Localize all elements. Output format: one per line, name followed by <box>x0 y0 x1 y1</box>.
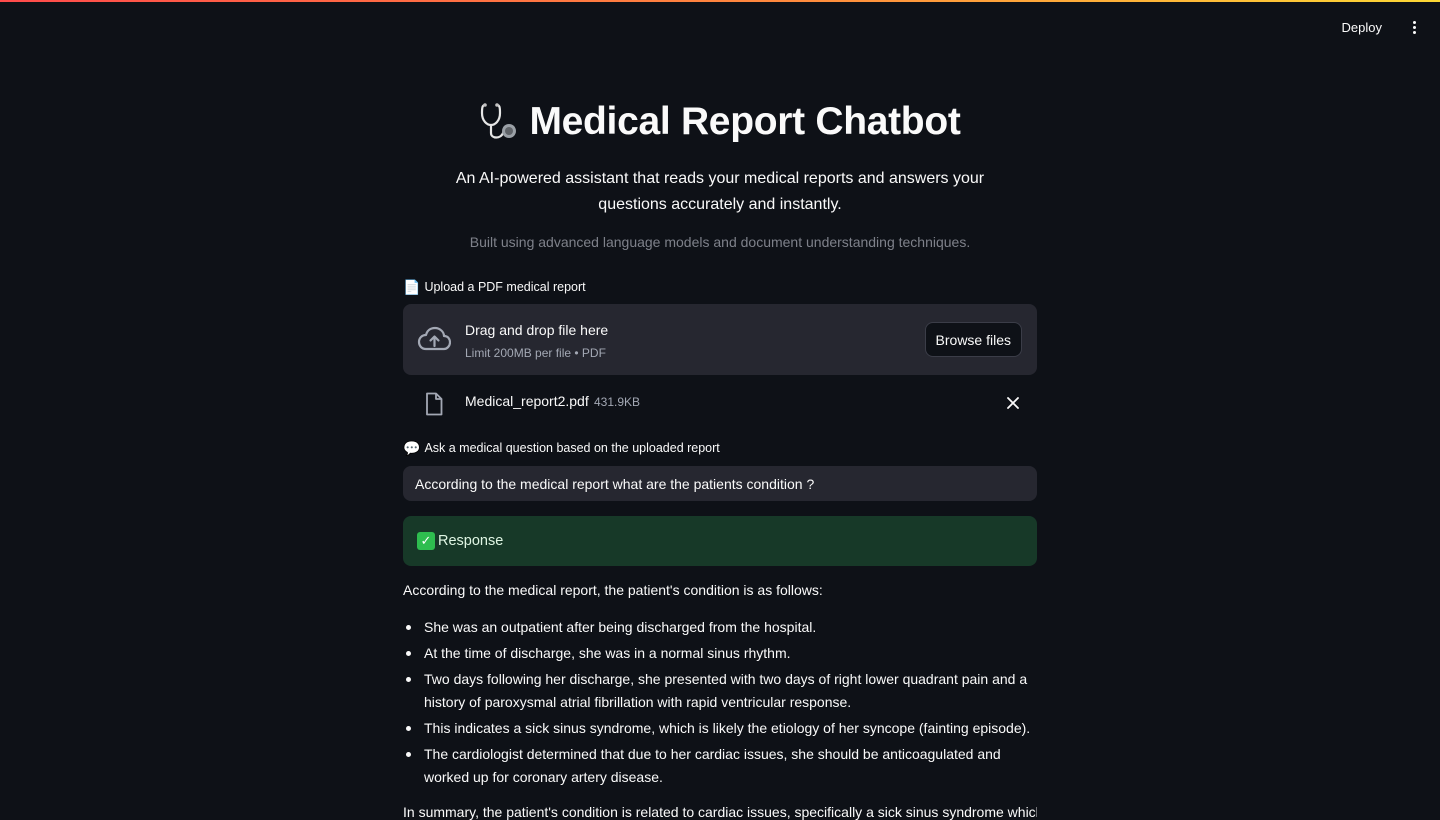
close-icon[interactable] <box>1005 395 1021 411</box>
stethoscope-icon <box>481 103 517 139</box>
check-mark-icon: ✓ <box>417 532 435 550</box>
uploaded-file-row: Medical_report2.pdf 431.9KB <box>403 385 1037 425</box>
page-title: Medical Report Chatbot <box>529 100 961 143</box>
uploaded-file-name: Medical_report2.pdf <box>465 393 589 409</box>
page-caption: Built using advanced language models and… <box>469 234 971 250</box>
speech-bubble-icon: 💬 <box>403 440 421 456</box>
upload-label: 📄 Upload a PDF medical report <box>403 280 586 294</box>
list-item: She was an outpatient after being discha… <box>406 616 1037 639</box>
cloud-upload-icon <box>417 326 451 351</box>
main-menu-icon[interactable] <box>1404 15 1424 39</box>
document-icon: 📄 <box>403 279 421 295</box>
answer-intro: According to the medical report, the pat… <box>403 582 823 598</box>
title-row: Medical Report Chatbot <box>403 100 1037 144</box>
top-decoration-bar <box>0 0 1440 2</box>
answer-list: She was an outpatient after being discha… <box>403 616 1037 792</box>
uploaded-file-size: 431.9KB <box>594 395 641 409</box>
file-icon <box>426 392 443 416</box>
page-subtitle: An AI-powered assistant that reads your … <box>455 170 985 213</box>
list-item: This indicates a sick sinus syndrome, wh… <box>406 717 1037 740</box>
list-item: Two days following her discharge, she pr… <box>406 668 1037 714</box>
question-label-text: Ask a medical question based on the uplo… <box>424 441 720 455</box>
response-label: Response <box>438 533 504 549</box>
list-item: The cardiologist determined that due to … <box>406 743 1037 789</box>
list-item: At the time of discharge, she was in a n… <box>406 642 1037 665</box>
response-success-box: ✓ Response <box>403 516 1037 566</box>
answer-summary: In summary, the patient's condition is r… <box>403 804 1037 820</box>
app-header: Deploy <box>1334 10 1424 44</box>
question-input[interactable] <box>403 466 1037 501</box>
question-label: 💬 Ask a medical question based on the up… <box>403 441 720 455</box>
deploy-button[interactable]: Deploy <box>1334 14 1390 41</box>
dropzone-title: Drag and drop file here <box>465 322 609 338</box>
dropzone-limit: Limit 200MB per file • PDF <box>465 346 606 360</box>
file-dropzone[interactable]: Drag and drop file here Limit 200MB per … <box>403 304 1037 375</box>
browse-files-button[interactable]: Browse files <box>924 322 1022 357</box>
upload-label-text: Upload a PDF medical report <box>424 280 586 294</box>
